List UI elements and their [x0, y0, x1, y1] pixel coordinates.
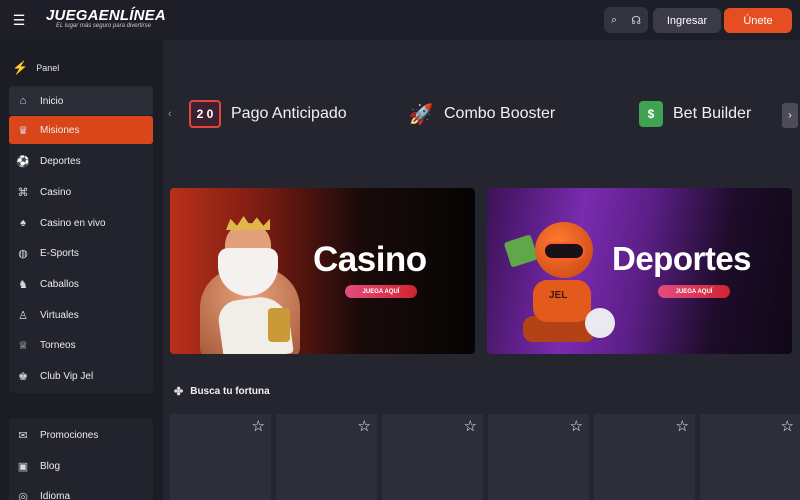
sidebar-item-label: Idioma	[40, 490, 71, 500]
sidebar-item-esports[interactable]: ◍ E-Sports	[9, 239, 153, 267]
sidebar-item-misiones[interactable]: ♛ Misiones	[9, 116, 153, 144]
game-tile[interactable]: ☆	[488, 414, 589, 500]
sidebar-item-label: Inicio	[40, 95, 64, 107]
sports-banner[interactable]: JEL Deportes JUEGA AQUÍ	[487, 188, 792, 354]
search-icon[interactable]: ⌕	[611, 14, 617, 27]
sidebar-item-label: Torneos	[40, 339, 76, 351]
favorite-star-icon[interactable]: ☆	[464, 417, 477, 435]
promo-label: Combo Booster	[444, 105, 556, 122]
sidebar-item-label: Misiones	[40, 124, 80, 136]
favorite-star-icon[interactable]: ☆	[252, 417, 265, 435]
lightning-icon: ⚡	[12, 60, 29, 75]
secondary-nav: ✉ Promociones ▣ Blog ◎ Idioma	[9, 418, 153, 500]
promo-label: Bet Builder	[673, 105, 752, 122]
sidebar-item-virtuales[interactable]: ♙ Virtuales	[9, 301, 153, 329]
promo-combo-booster[interactable]: 🚀 Combo Booster	[408, 99, 556, 129]
hamburger-menu-button[interactable]: ☰	[0, 0, 38, 40]
sidebar-item-inicio[interactable]: ⌂ Inicio	[9, 87, 153, 115]
sidebar-item-idioma[interactable]: ◎ Idioma	[9, 482, 153, 500]
trophy-icon: ♕	[18, 339, 28, 352]
zeus-illustration	[190, 208, 300, 354]
logo-text: JUEGAENLÍNEA	[46, 7, 166, 24]
crown-icon: ♛	[18, 124, 28, 137]
sidebar-item-label: Casino en vivo	[40, 217, 106, 229]
game-tile[interactable]: ☆	[170, 414, 271, 500]
dealer-icon: ♠	[20, 217, 26, 229]
promo-bet-builder[interactable]: $ Bet Builder	[639, 99, 751, 129]
banner-title: Casino	[313, 240, 427, 279]
chevron-left-icon[interactable]: ‹	[168, 108, 172, 120]
sidebar-item-blog[interactable]: ▣ Blog	[9, 452, 153, 480]
sidebar-item-label: Casino	[40, 186, 72, 198]
dollar-box-icon: $	[639, 101, 663, 127]
promo-label: Pago Anticipado	[231, 105, 347, 122]
clover-icon: ✤	[174, 386, 184, 398]
robot-illustration: JEL	[503, 208, 620, 354]
sidebar-item-casino-en-vivo[interactable]: ♠ Casino en vivo	[9, 209, 153, 237]
sidebar-item-casino[interactable]: ⌘ Casino	[9, 178, 153, 206]
site-logo[interactable]: JUEGAENLÍNEA EL lugar más seguro para di…	[46, 8, 166, 30]
sidebar-item-label: Promociones	[40, 429, 99, 441]
vip-crown-icon: ♚	[18, 370, 28, 383]
sidebar-item-label: Virtuales	[40, 309, 79, 321]
globe-icon: ◎	[18, 490, 28, 500]
sidebar-item-caballos[interactable]: ♞ Caballos	[9, 270, 153, 298]
sidebar-item-promociones[interactable]: ✉ Promociones	[9, 421, 153, 449]
panel-heading: ⚡ Panel	[12, 60, 59, 76]
sidebar-item-label: Blog	[40, 460, 61, 472]
hamburger-icon: ☰	[12, 11, 26, 28]
banner-title: Deportes	[612, 240, 752, 277]
favorite-star-icon[interactable]: ☆	[570, 417, 583, 435]
section-title: Busca tu fortuna	[190, 386, 270, 397]
chevron-right-icon: ›	[788, 110, 792, 121]
game-tile[interactable]: ☆	[382, 414, 483, 500]
casino-banner[interactable]: Casino JUEGA AQUÍ	[170, 188, 475, 354]
promo-pago-anticipado[interactable]: 2 0 Pago Anticipado	[189, 99, 347, 129]
sidebar-item-torneos[interactable]: ♕ Torneos	[9, 331, 153, 359]
sidebar: ⚡ Panel ⌂ Inicio ♛ Misiones ⚽ Deportes ⌘…	[0, 40, 163, 500]
sidebar-item-deportes[interactable]: ⚽ Deportes	[9, 147, 153, 175]
main-nav: ⌂ Inicio ♛ Misiones ⚽ Deportes ⌘ Casino …	[9, 85, 153, 393]
favorite-star-icon[interactable]: ☆	[781, 417, 794, 435]
favorite-star-icon[interactable]: ☆	[676, 417, 689, 435]
section-heading: ✤ Busca tu fortuna	[174, 385, 270, 398]
sidebar-item-label: Caballos	[40, 278, 79, 290]
horse-icon: ♞	[18, 278, 28, 291]
game-tile[interactable]: ☆	[594, 414, 695, 500]
sidebar-item-club-vip[interactable]: ♚ Club Vip Jel	[9, 362, 153, 390]
home-icon: ⌂	[19, 95, 27, 107]
carousel-next-button[interactable]: ›	[782, 103, 798, 128]
banner-cta-button[interactable]: JUEGA AQUÍ	[658, 285, 730, 298]
robot-tag: JEL	[549, 290, 568, 301]
logo-tagline: EL lugar más seguro para divertirse	[56, 23, 151, 29]
top-header: ☰ JUEGAENLÍNEA EL lugar más seguro para …	[0, 0, 800, 40]
scoreboard-icon: 2 0	[189, 100, 221, 128]
soccer-ball-icon: ⚽	[16, 155, 30, 168]
favorite-star-icon[interactable]: ☆	[358, 417, 371, 435]
login-button[interactable]: Ingresar	[653, 8, 721, 33]
game-tile[interactable]: ☆	[700, 414, 800, 500]
blog-icon: ▣	[17, 460, 29, 473]
banner-cta-button[interactable]: JUEGA AQUÍ	[345, 285, 417, 298]
header-tools: ⌕ ☊	[604, 7, 648, 33]
sidebar-item-label: Club Vip Jel	[40, 370, 94, 382]
rocket-icon: 🚀	[408, 103, 434, 126]
sidebar-item-label: E-Sports	[40, 247, 79, 259]
casino-building-icon: ⌘	[17, 186, 29, 199]
gamepad-icon: ◍	[18, 247, 28, 260]
virtual-player-icon: ♙	[18, 309, 28, 322]
panel-label: Panel	[36, 63, 60, 73]
signup-button[interactable]: Únete	[724, 8, 792, 33]
support-headset-icon[interactable]: ☊	[631, 14, 641, 27]
game-tile[interactable]: ☆	[276, 414, 377, 500]
sidebar-item-label: Deportes	[40, 155, 81, 167]
gift-icon: ✉	[18, 429, 28, 442]
